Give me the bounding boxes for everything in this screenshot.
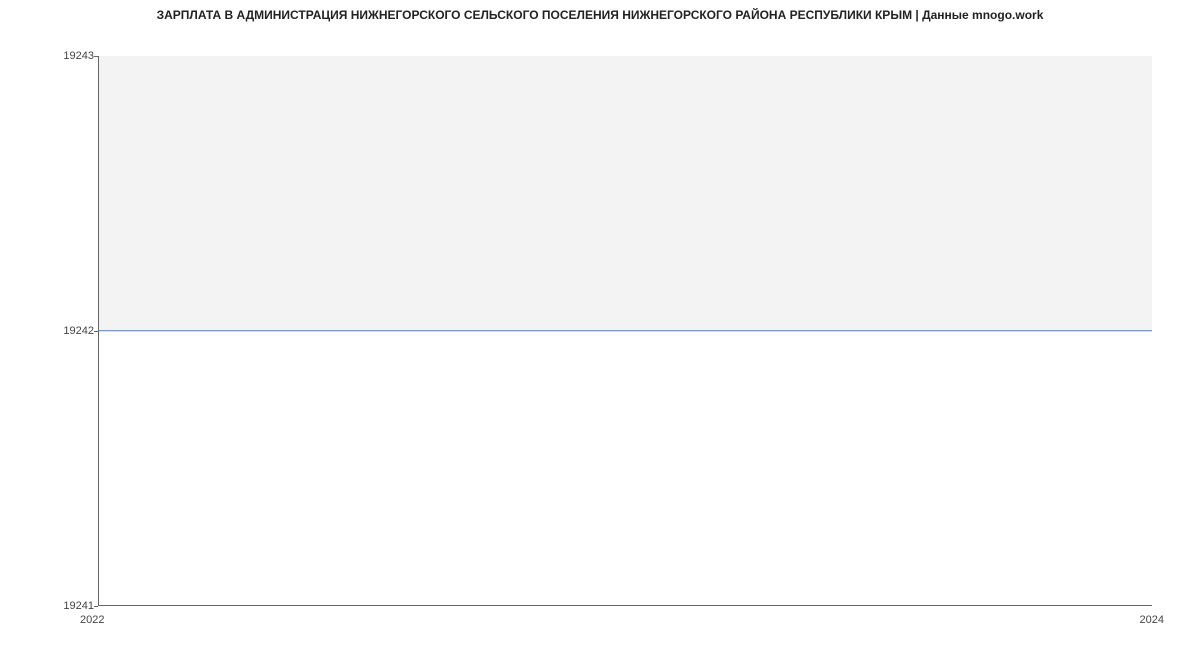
plot-background-lower xyxy=(99,331,1152,606)
y-tick-mark xyxy=(94,56,98,57)
plot-area xyxy=(98,56,1152,606)
x-axis-tick-label: 2022 xyxy=(80,614,104,626)
chart-container: 19243 19242 19241 2022 2024 xyxy=(0,26,1200,636)
plot-background-upper xyxy=(99,56,1152,331)
y-tick-mark xyxy=(94,331,98,332)
y-axis-tick-label: 19242 xyxy=(44,325,94,337)
y-axis-tick-label: 19241 xyxy=(44,600,94,612)
y-axis-tick-label: 19243 xyxy=(44,50,94,62)
y-tick-mark xyxy=(94,606,98,607)
chart-title: ЗАРПЛАТА В АДМИНИСТРАЦИЯ НИЖНЕГОРСКОГО С… xyxy=(0,0,1200,26)
data-line xyxy=(99,330,1152,332)
x-axis-tick-label: 2024 xyxy=(1140,614,1164,626)
